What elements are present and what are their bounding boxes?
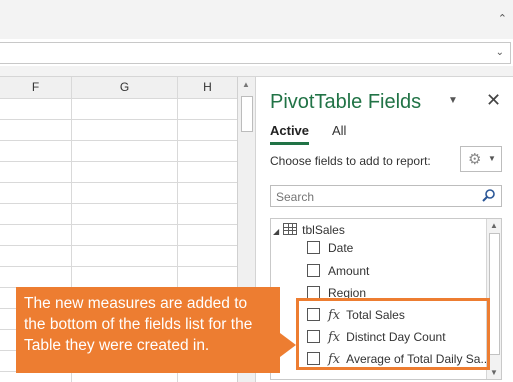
table-icon [283, 223, 298, 235]
expand-triangle-icon[interactable]: ◢ [273, 227, 279, 236]
column-header-f[interactable]: F [0, 77, 72, 98]
search-box[interactable] [270, 185, 502, 207]
table-name: tblSales [302, 223, 345, 237]
search-icon[interactable] [481, 188, 497, 204]
scroll-up-arrow-icon[interactable]: ▲ [242, 80, 250, 89]
ribbon: ⌃ [0, 0, 513, 40]
scrollbar-thumb[interactable] [489, 233, 500, 355]
table-node[interactable]: ◢ tblSales [273, 223, 345, 237]
search-input[interactable] [274, 189, 478, 205]
new-measures-highlight-box [296, 298, 490, 370]
field-checkbox[interactable] [307, 241, 320, 254]
tab-all[interactable]: All [332, 123, 346, 138]
callout-pointer [280, 333, 296, 357]
choose-fields-label: Choose fields to add to report: [270, 154, 431, 168]
formula-expand-icon[interactable]: ⌄ [496, 47, 504, 58]
column-header-h[interactable]: H [178, 77, 237, 98]
field-checkbox[interactable] [307, 264, 320, 277]
close-icon[interactable]: ✕ [486, 90, 501, 111]
scrollbar-thumb[interactable] [241, 96, 253, 132]
ribbon-separator [0, 66, 513, 77]
formula-bar: ⌄ [0, 39, 513, 67]
formula-input[interactable]: ⌄ [0, 42, 511, 64]
chevron-down-icon: ▼ [488, 154, 496, 163]
field-label: Date [328, 241, 354, 255]
field-layout-settings-button[interactable]: ⚙ ▼ [460, 146, 502, 172]
ribbon-collapse-icon[interactable]: ⌃ [498, 12, 507, 25]
pane-title: PivotTable Fields [270, 91, 422, 113]
field-item-amount[interactable]: Amount [307, 264, 369, 280]
column-header-g[interactable]: G [72, 77, 178, 98]
scroll-up-arrow-icon[interactable]: ▲ [490, 221, 498, 230]
scroll-down-arrow-icon[interactable]: ▼ [490, 368, 498, 377]
annotation-callout: The new measures are added to the bottom… [16, 287, 280, 373]
field-label: Amount [328, 264, 370, 278]
pane-options-caret-icon[interactable]: ▼ [448, 95, 458, 106]
column-header-row: F G H [0, 77, 237, 99]
tab-active[interactable]: Active [270, 123, 310, 145]
field-item-date[interactable]: Date [307, 241, 353, 257]
gear-icon: ⚙ [468, 151, 482, 168]
